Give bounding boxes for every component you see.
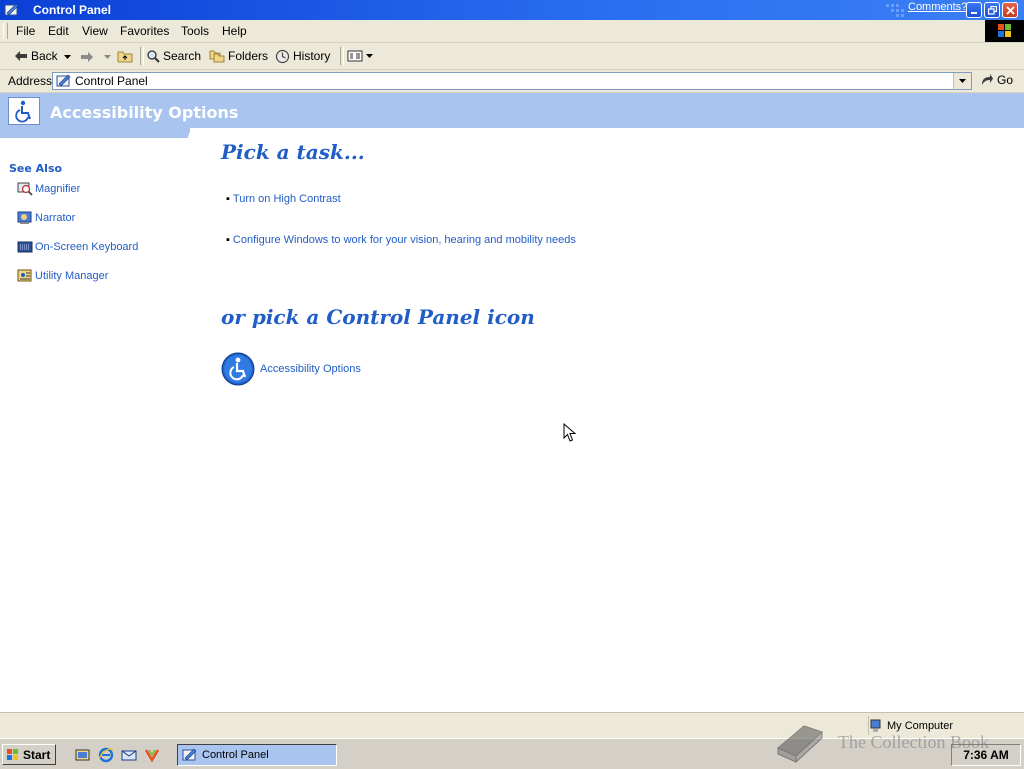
task-label: Turn on High Contrast xyxy=(232,193,341,205)
content-corner xyxy=(188,128,1024,140)
control-panel-icon xyxy=(4,3,19,16)
mouse-cursor-icon xyxy=(563,423,577,442)
windows-flag-icon xyxy=(998,24,1011,37)
menu-favorites[interactable]: Favorites xyxy=(120,24,169,38)
go-label: Go xyxy=(997,73,1014,87)
back-arrow-icon xyxy=(15,51,27,61)
history-label: History xyxy=(293,49,331,63)
go-button[interactable]: Go xyxy=(980,73,1013,87)
see-also-label: Narrator xyxy=(35,212,76,224)
outlook-express-icon[interactable] xyxy=(121,747,137,763)
minimize-button[interactable] xyxy=(966,2,982,18)
taskbar-control-panel[interactable]: Control Panel xyxy=(177,744,337,766)
see-also-on-screen-keyboard[interactable]: On-Screen Keyboard xyxy=(17,238,138,256)
restore-icon xyxy=(988,6,997,15)
control-panel-icon xyxy=(56,74,71,87)
folders-icon xyxy=(209,50,225,63)
menu-bar: File Edit View Favorites Tools Help xyxy=(0,20,1024,43)
accessibility-options-label: Accessibility Options xyxy=(260,363,361,375)
task-label: Configure Windows to work for your visio… xyxy=(232,234,576,246)
windows-logo xyxy=(985,20,1024,42)
see-also-magnifier[interactable]: Magnifier xyxy=(17,180,80,198)
forward-dropdown-icon[interactable] xyxy=(104,55,111,59)
address-dropdown-button[interactable] xyxy=(953,73,971,89)
banner-shadow xyxy=(0,128,190,138)
address-input[interactable]: Control Panel xyxy=(52,72,972,90)
menu-help[interactable]: Help xyxy=(222,24,247,38)
views-icon xyxy=(347,50,363,62)
start-label: Start xyxy=(23,747,51,762)
folders-label: Folders xyxy=(228,49,269,63)
back-dropdown-icon[interactable] xyxy=(64,55,71,59)
see-also-label: Magnifier xyxy=(35,183,81,195)
see-also-utility-manager[interactable]: Utility Manager xyxy=(17,267,108,285)
menu-file[interactable]: File xyxy=(16,24,35,38)
history-button[interactable]: History xyxy=(275,47,330,65)
title-bar: Control Panel Comments? xyxy=(0,0,1024,20)
forward-arrow-icon[interactable] xyxy=(80,51,94,63)
pick-task-heading: Pick a task... xyxy=(221,140,365,164)
menu-view[interactable]: View xyxy=(82,24,108,38)
address-bar: Address Control Panel Go xyxy=(0,70,1024,93)
see-also-label: Utility Manager xyxy=(35,270,109,282)
pick-icon-heading: or pick a Control Panel icon xyxy=(221,305,535,329)
close-icon xyxy=(1006,6,1015,15)
address-label: Address xyxy=(8,74,53,88)
bullet: ▪ xyxy=(226,193,230,205)
back-button[interactable]: Back xyxy=(14,47,58,65)
banner-accessibility-icon xyxy=(8,97,40,125)
show-desktop-icon[interactable] xyxy=(75,747,91,763)
windows-flag-icon xyxy=(7,748,18,760)
narrator-icon xyxy=(17,211,32,224)
start-button[interactable]: Start xyxy=(2,744,56,765)
dotted-decoration-icon xyxy=(886,4,904,17)
search-button[interactable]: Search xyxy=(146,47,201,65)
toolbar-grip[interactable] xyxy=(3,23,8,39)
views-dropdown-icon xyxy=(366,54,373,58)
taskbar-item-label: Control Panel xyxy=(202,749,269,761)
history-icon xyxy=(275,49,290,63)
magnifier-icon xyxy=(17,182,33,196)
internet-explorer-icon[interactable] xyxy=(98,747,114,763)
views-button[interactable] xyxy=(347,47,376,65)
minimize-icon xyxy=(971,12,977,14)
up-folder-icon[interactable] xyxy=(117,49,133,63)
media-player-icon[interactable] xyxy=(144,747,160,763)
watermark: The Collection Book xyxy=(770,718,1020,768)
go-arrow-icon xyxy=(982,74,993,85)
back-label: Back xyxy=(31,49,58,63)
see-also-label: On-Screen Keyboard xyxy=(35,241,139,253)
accessibility-icon xyxy=(221,352,255,386)
control-panel-icon xyxy=(182,748,197,761)
search-label: Search xyxy=(163,49,202,63)
task-configure-windows[interactable]: ▪ Configure Windows to work for your visi… xyxy=(226,234,576,246)
book-logo-icon xyxy=(777,725,823,764)
accessibility-options-icon-link[interactable]: Accessibility Options xyxy=(221,352,361,386)
menu-tools[interactable]: Tools xyxy=(181,24,209,38)
see-also-narrator[interactable]: Narrator xyxy=(17,209,75,227)
search-icon xyxy=(147,50,160,63)
address-value: Control Panel xyxy=(75,74,148,88)
wheelchair-icon xyxy=(15,100,31,123)
watermark-text: The Collection Book xyxy=(838,732,989,752)
window-title: Control Panel xyxy=(33,3,112,17)
task-high-contrast[interactable]: ▪ Turn on High Contrast xyxy=(226,193,341,205)
comments-link[interactable]: Comments? xyxy=(908,1,967,13)
chevron-down-icon xyxy=(959,79,966,83)
close-button[interactable] xyxy=(1002,2,1018,18)
keyboard-icon xyxy=(17,241,33,253)
standard-toolbar: Back Search Folders History xyxy=(0,43,1024,70)
see-also-heading: See Also xyxy=(9,162,63,175)
folders-button[interactable]: Folders xyxy=(209,47,268,65)
bullet: ▪ xyxy=(226,234,230,246)
restore-button[interactable] xyxy=(984,2,1000,18)
utility-manager-icon xyxy=(17,269,32,282)
menu-edit[interactable]: Edit xyxy=(48,24,69,38)
banner-title: Accessibility Options xyxy=(50,103,239,122)
